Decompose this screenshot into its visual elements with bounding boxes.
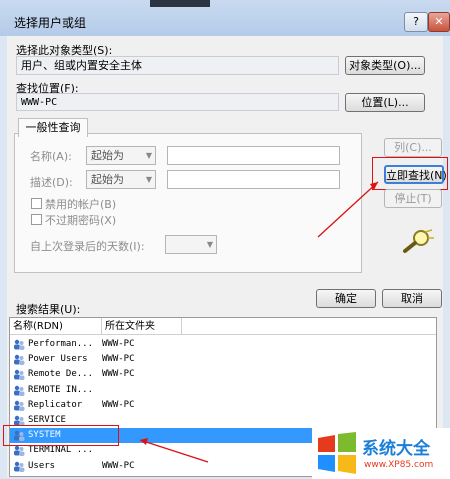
annotation-arrows (139, 181, 379, 463)
watermark: 系统大全 www.XP85.com (312, 428, 450, 479)
windows-logo-icon (318, 432, 356, 474)
watermark-title: 系统大全 (362, 439, 430, 459)
watermark-url: www.XP85.com (364, 460, 434, 470)
